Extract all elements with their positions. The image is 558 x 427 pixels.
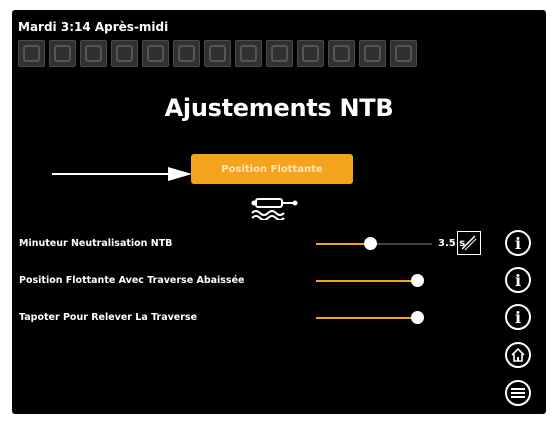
edit-icon	[461, 235, 477, 251]
setting-label-ntb-timer: Minuteur Neutralisation NTB	[19, 238, 173, 249]
menu-icon	[511, 388, 525, 398]
nav-icon-10[interactable]	[297, 40, 324, 67]
menu-button[interactable]	[505, 380, 531, 406]
nav-icon-9[interactable]	[266, 40, 293, 67]
slider-handle[interactable]	[411, 311, 424, 324]
nav-icon-12[interactable]	[359, 40, 386, 67]
info-button-ntb-timer[interactable]: i	[505, 230, 531, 256]
home-icon	[511, 347, 525, 362]
nav-icon-1[interactable]	[18, 40, 45, 67]
slider-fill	[316, 317, 418, 319]
page-title: Ajustements NTB	[164, 94, 394, 122]
nav-icon-6[interactable]	[173, 40, 200, 67]
nav-icon-11[interactable]	[328, 40, 355, 67]
nav-icon-8[interactable]	[235, 40, 262, 67]
home-button[interactable]	[505, 342, 531, 368]
info-icon: i	[514, 307, 522, 327]
slider-track	[370, 243, 432, 245]
clock-datetime: Mardi 3:14 Après-midi	[18, 20, 169, 34]
setting-label-tap-raise: Tapoter Pour Relever La Traverse	[19, 312, 198, 323]
float-position-button[interactable]: Position Flottante	[191, 154, 353, 184]
info-icon: i	[514, 233, 522, 253]
info-button-float-lowered[interactable]: i	[505, 267, 531, 293]
ntb-timer-slider[interactable]	[316, 237, 432, 250]
slider-fill	[316, 243, 371, 245]
nav-icon-3[interactable]	[80, 40, 107, 67]
edit-button[interactable]	[457, 231, 481, 255]
nav-icon-2[interactable]	[49, 40, 76, 67]
hydraulic-cylinder-icon	[251, 198, 298, 220]
setting-label-float-lowered: Position Flottante Avec Traverse Abaissé…	[19, 275, 245, 286]
tap-raise-slider[interactable]	[316, 311, 424, 324]
info-button-tap-raise[interactable]: i	[505, 304, 531, 330]
nav-icon-13[interactable]	[390, 40, 417, 67]
slider-handle[interactable]	[411, 274, 424, 287]
float-lowered-slider[interactable]	[316, 274, 424, 287]
nav-icon-5[interactable]	[142, 40, 169, 67]
top-icon-toolbar	[18, 40, 417, 67]
nav-icon-4[interactable]	[111, 40, 138, 67]
pointer-arrow-icon	[52, 167, 192, 181]
info-icon: i	[514, 270, 522, 290]
nav-icon-7[interactable]	[204, 40, 231, 67]
slider-fill	[316, 280, 418, 282]
